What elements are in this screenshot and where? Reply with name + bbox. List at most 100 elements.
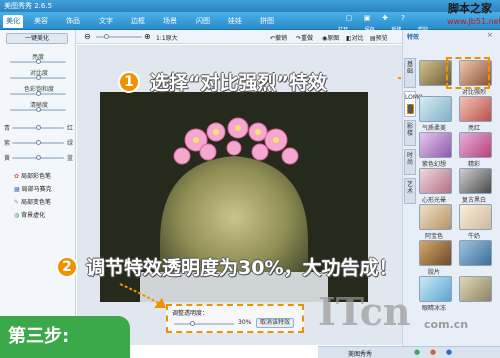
redo-button[interactable]: ↷重做 bbox=[296, 33, 313, 42]
contrast-slider[interactable] bbox=[10, 75, 66, 80]
tab-lomo[interactable]: LOMO bbox=[404, 91, 423, 117]
tab-basic[interactable]: 基础 bbox=[404, 58, 416, 88]
effect-thumb[interactable] bbox=[459, 168, 492, 194]
brightness-knob[interactable] bbox=[36, 59, 41, 64]
compare-button[interactable]: ◧对比 bbox=[346, 33, 364, 42]
sharpness-slider[interactable] bbox=[10, 107, 66, 112]
itcn-logo: ITcn bbox=[318, 289, 411, 334]
effect-label: 牛奶 bbox=[467, 233, 480, 240]
step-label: 第三步: bbox=[0, 316, 130, 358]
sharpness-knob[interactable] bbox=[36, 107, 41, 112]
lomo-indicator-icon bbox=[406, 104, 414, 114]
tab-flash[interactable]: 闪图 bbox=[193, 15, 213, 28]
tab-accessories[interactable]: 饰品 bbox=[63, 15, 83, 28]
zoom-label[interactable]: 1:1原大 bbox=[156, 33, 178, 42]
original-button[interactable]: ◉原图 bbox=[322, 33, 339, 42]
local-recolor-tool[interactable]: ✎ 局部变色笔 bbox=[14, 196, 52, 209]
effect-label: 亮红 bbox=[467, 125, 480, 132]
yellow-label: 黄 bbox=[4, 155, 11, 162]
undo-button[interactable]: ↶撤销 bbox=[270, 33, 287, 42]
one-click-label: 一键美化 bbox=[24, 35, 49, 42]
tab-scene[interactable]: 场景 bbox=[160, 15, 180, 28]
callout-1-text: 选择“对比强烈”特效 bbox=[150, 72, 327, 94]
background-blur-label: 背景虚化 bbox=[21, 212, 46, 219]
green-label: 绿 bbox=[67, 140, 74, 147]
local-mosaic-tool[interactable]: ▦ 局部马赛克 bbox=[14, 183, 52, 196]
one-click-beautify-button[interactable]: 一键美化 bbox=[6, 33, 68, 44]
effect-thumb[interactable] bbox=[459, 132, 492, 158]
blur-icon: ◍ bbox=[14, 212, 20, 219]
effect-thumb[interactable] bbox=[459, 204, 492, 230]
yellow-blue-slider[interactable] bbox=[12, 155, 64, 160]
saturation-slider[interactable] bbox=[10, 91, 66, 96]
zoom-slider-knob[interactable] bbox=[104, 34, 109, 39]
local-mosaic-label: 局部马赛克 bbox=[21, 186, 52, 193]
itcn-domain: com.cn bbox=[424, 318, 469, 331]
main-tab-bar: 美化 美容 饰品 文字 边框 场景 闪图 娃娃 拼图 ▢ ▣ ✚ ? 打开 保存… bbox=[0, 12, 500, 33]
mosaic-icon: ▦ bbox=[14, 186, 20, 193]
site-watermark-url: www.Jb51.net bbox=[447, 17, 500, 26]
magenta-green-knob[interactable] bbox=[36, 140, 41, 145]
tab-border[interactable]: 边框 bbox=[128, 15, 148, 28]
compare-label: 对比 bbox=[351, 35, 364, 42]
selected-effect-highlight bbox=[446, 57, 490, 89]
yellow-blue-knob[interactable] bbox=[36, 155, 41, 160]
opacity-control: 调整透明度： 30% 取消该特效 bbox=[166, 304, 304, 333]
effect-thumb[interactable] bbox=[459, 276, 492, 302]
palette-icon: ✿ bbox=[14, 173, 20, 180]
zoom-slider[interactable] bbox=[96, 34, 142, 39]
tab-beauty[interactable]: 美容 bbox=[31, 15, 51, 28]
saturation-knob[interactable] bbox=[36, 91, 41, 96]
callout-2-text: 调节特效透明度为30%，大功告成！ bbox=[86, 257, 398, 279]
brightness-slider[interactable] bbox=[10, 59, 66, 64]
status-icon[interactable]: ● bbox=[430, 348, 436, 356]
tab-collage[interactable]: 拼图 bbox=[257, 15, 277, 28]
tab-lomo-label: LOMO bbox=[405, 94, 423, 101]
opacity-knob[interactable] bbox=[190, 321, 195, 326]
effect-thumb[interactable] bbox=[419, 168, 452, 194]
zoom-in-icon[interactable]: ⊕ bbox=[144, 32, 151, 41]
effect-thumb[interactable] bbox=[419, 132, 452, 158]
red-label: 红 bbox=[67, 125, 74, 132]
status-icon[interactable]: ● bbox=[414, 348, 420, 356]
effect-label: 气质柔美 bbox=[421, 125, 446, 132]
redo-label: 重做 bbox=[301, 35, 314, 42]
opacity-label: 调整透明度： bbox=[172, 310, 209, 317]
effect-thumb[interactable] bbox=[459, 96, 492, 122]
site-watermark: 脚本之家 bbox=[448, 2, 492, 15]
local-recolor-label: 局部变色笔 bbox=[20, 199, 51, 206]
undo-label: 撤销 bbox=[275, 35, 288, 42]
cancel-effect-button[interactable]: 取消该特效 bbox=[256, 318, 295, 328]
effect-thumb[interactable] bbox=[459, 240, 492, 266]
local-color-pen-tool[interactable]: ✿ 局部彩色笔 bbox=[14, 170, 52, 183]
tab-doll[interactable]: 娃娃 bbox=[225, 15, 245, 28]
preview-label: 预览 bbox=[375, 35, 388, 42]
effect-label: 阿宝色 bbox=[424, 233, 443, 240]
panel-close-icon[interactable]: × bbox=[487, 31, 493, 39]
status-bar: 美图秀秀 ● ● ● bbox=[318, 346, 500, 358]
effect-thumb[interactable] bbox=[419, 96, 452, 122]
original-label: 原图 bbox=[327, 35, 340, 42]
local-tools-list: ✿ 局部彩色笔 ▦ 局部马赛克 ✎ 局部变色笔 ◍ 背景虚化 bbox=[14, 170, 52, 222]
magenta-green-slider[interactable] bbox=[12, 140, 64, 145]
preview-button[interactable]: ▤预览 bbox=[370, 33, 388, 42]
contrast-knob[interactable] bbox=[36, 75, 41, 80]
effect-thumb[interactable] bbox=[419, 240, 452, 266]
tab-text[interactable]: 文字 bbox=[96, 15, 116, 28]
tab-beautify[interactable]: 美化 bbox=[3, 15, 23, 28]
zoom-out-icon[interactable]: ⊖ bbox=[84, 32, 91, 41]
effect-label: 精彩 bbox=[467, 161, 480, 168]
effect-thumb[interactable] bbox=[419, 204, 452, 230]
opacity-slider[interactable] bbox=[174, 321, 234, 326]
local-color-pen-label: 局部彩色笔 bbox=[20, 173, 51, 180]
blue-label: 蓝 bbox=[67, 155, 74, 162]
effect-label: 眼睛冰冻 bbox=[421, 305, 446, 312]
cyan-label: 青 bbox=[4, 125, 11, 132]
effect-thumb[interactable] bbox=[419, 276, 452, 302]
cyan-red-knob[interactable] bbox=[36, 125, 41, 130]
status-icon[interactable]: ● bbox=[446, 348, 452, 356]
opacity-value: 30% bbox=[238, 319, 252, 326]
cyan-red-slider[interactable] bbox=[12, 125, 64, 130]
callout-2-arrow bbox=[119, 283, 166, 308]
background-blur-tool[interactable]: ◍ 背景虚化 bbox=[14, 209, 52, 222]
